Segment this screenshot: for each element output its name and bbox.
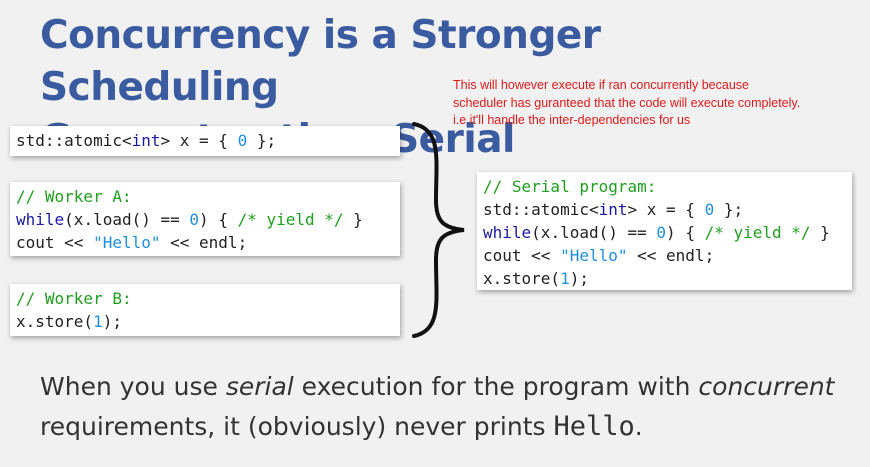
code-token: << endl; (160, 233, 248, 252)
code-block-atomic-decl: std::atomic<int> x = { 0 }; (10, 126, 400, 156)
code-line: cout << "Hello" << endl; (16, 231, 394, 254)
code-token: (x.load() == (64, 210, 190, 229)
code-number: 0 (189, 210, 200, 229)
code-line: x.store(1); (483, 267, 846, 290)
annotation-line-3: i.e it'll handle the inter-dependencies … (453, 113, 691, 127)
code-comment: /* yield */ (704, 223, 811, 242)
code-comment: /* yield */ (237, 210, 344, 229)
annotation-line-2: scheduler has guranteed that the code wi… (453, 95, 801, 110)
code-token: std::atomic< (16, 131, 132, 150)
code-number: 1 (93, 312, 103, 331)
code-string: "Hello" (93, 233, 161, 252)
code-token: }; (714, 200, 744, 219)
caption-emphasis: concurrent (698, 372, 835, 401)
caption-text: When you use (40, 372, 226, 401)
annotation-note: This will however execute if ran concurr… (453, 77, 863, 130)
code-line: std::atomic<int> x = { 0 }; (16, 129, 394, 152)
code-token: > x = { (160, 131, 238, 150)
code-token: ) { (666, 223, 705, 242)
caption-line-1: When you use serial execution for the pr… (40, 367, 860, 407)
code-line: cout << "Hello" << endl; (483, 244, 846, 267)
code-token: } (343, 210, 363, 229)
code-keyword: while (16, 210, 65, 229)
code-number: 0 (656, 223, 667, 242)
code-line: std::atomic<int> x = { 0 }; (483, 198, 846, 221)
bottom-caption: When you use serial execution for the pr… (40, 367, 860, 447)
code-block-serial-program: // Serial program:std::atomic<int> x = {… (477, 172, 852, 290)
code-token: cout << (483, 246, 561, 265)
code-line: while(x.load() == 0) { /* yield */ } (16, 208, 394, 231)
code-token: }; (247, 131, 277, 150)
code-block-worker-b: // Worker B: x.store(1); (10, 284, 400, 336)
code-token: (x.load() == (531, 223, 657, 242)
code-token: ); (569, 269, 589, 288)
caption-text: execution for the program with (293, 372, 699, 401)
curly-brace-icon (412, 122, 465, 338)
code-comment: // Serial program: (483, 177, 657, 196)
code-type: int (131, 131, 161, 150)
code-token: << endl; (627, 246, 715, 265)
caption-line-2: requirements, it (obviously) never print… (40, 407, 860, 447)
code-token: } (810, 223, 830, 242)
code-token: x.store( (483, 269, 561, 288)
code-token: ); (102, 312, 122, 331)
code-type: int (598, 200, 628, 219)
caption-text: . (634, 412, 643, 441)
code-keyword: while (483, 223, 532, 242)
code-comment: // Worker A: (16, 187, 132, 206)
code-number: 0 (704, 200, 715, 219)
code-number: 0 (237, 131, 248, 150)
code-token: ) { (199, 210, 238, 229)
caption-text: requirements, it (obviously) never print… (40, 412, 554, 441)
code-line: x.store(1); (16, 310, 394, 333)
code-token: std::atomic< (483, 200, 599, 219)
caption-code: Hello (553, 411, 635, 442)
code-block-worker-a: // Worker A: while(x.load() == 0) { /* yi… (10, 182, 400, 256)
caption-emphasis: serial (225, 372, 294, 401)
code-comment: // Worker B: (16, 289, 132, 308)
code-line: while(x.load() == 0) { /* yield */ } (483, 221, 846, 244)
code-string: "Hello" (560, 246, 628, 265)
code-token: > x = { (627, 200, 705, 219)
code-token: cout << (16, 233, 94, 252)
annotation-line-1: This will however execute if ran concurr… (453, 78, 749, 92)
code-number: 1 (560, 269, 570, 288)
code-token: x.store( (16, 312, 94, 331)
